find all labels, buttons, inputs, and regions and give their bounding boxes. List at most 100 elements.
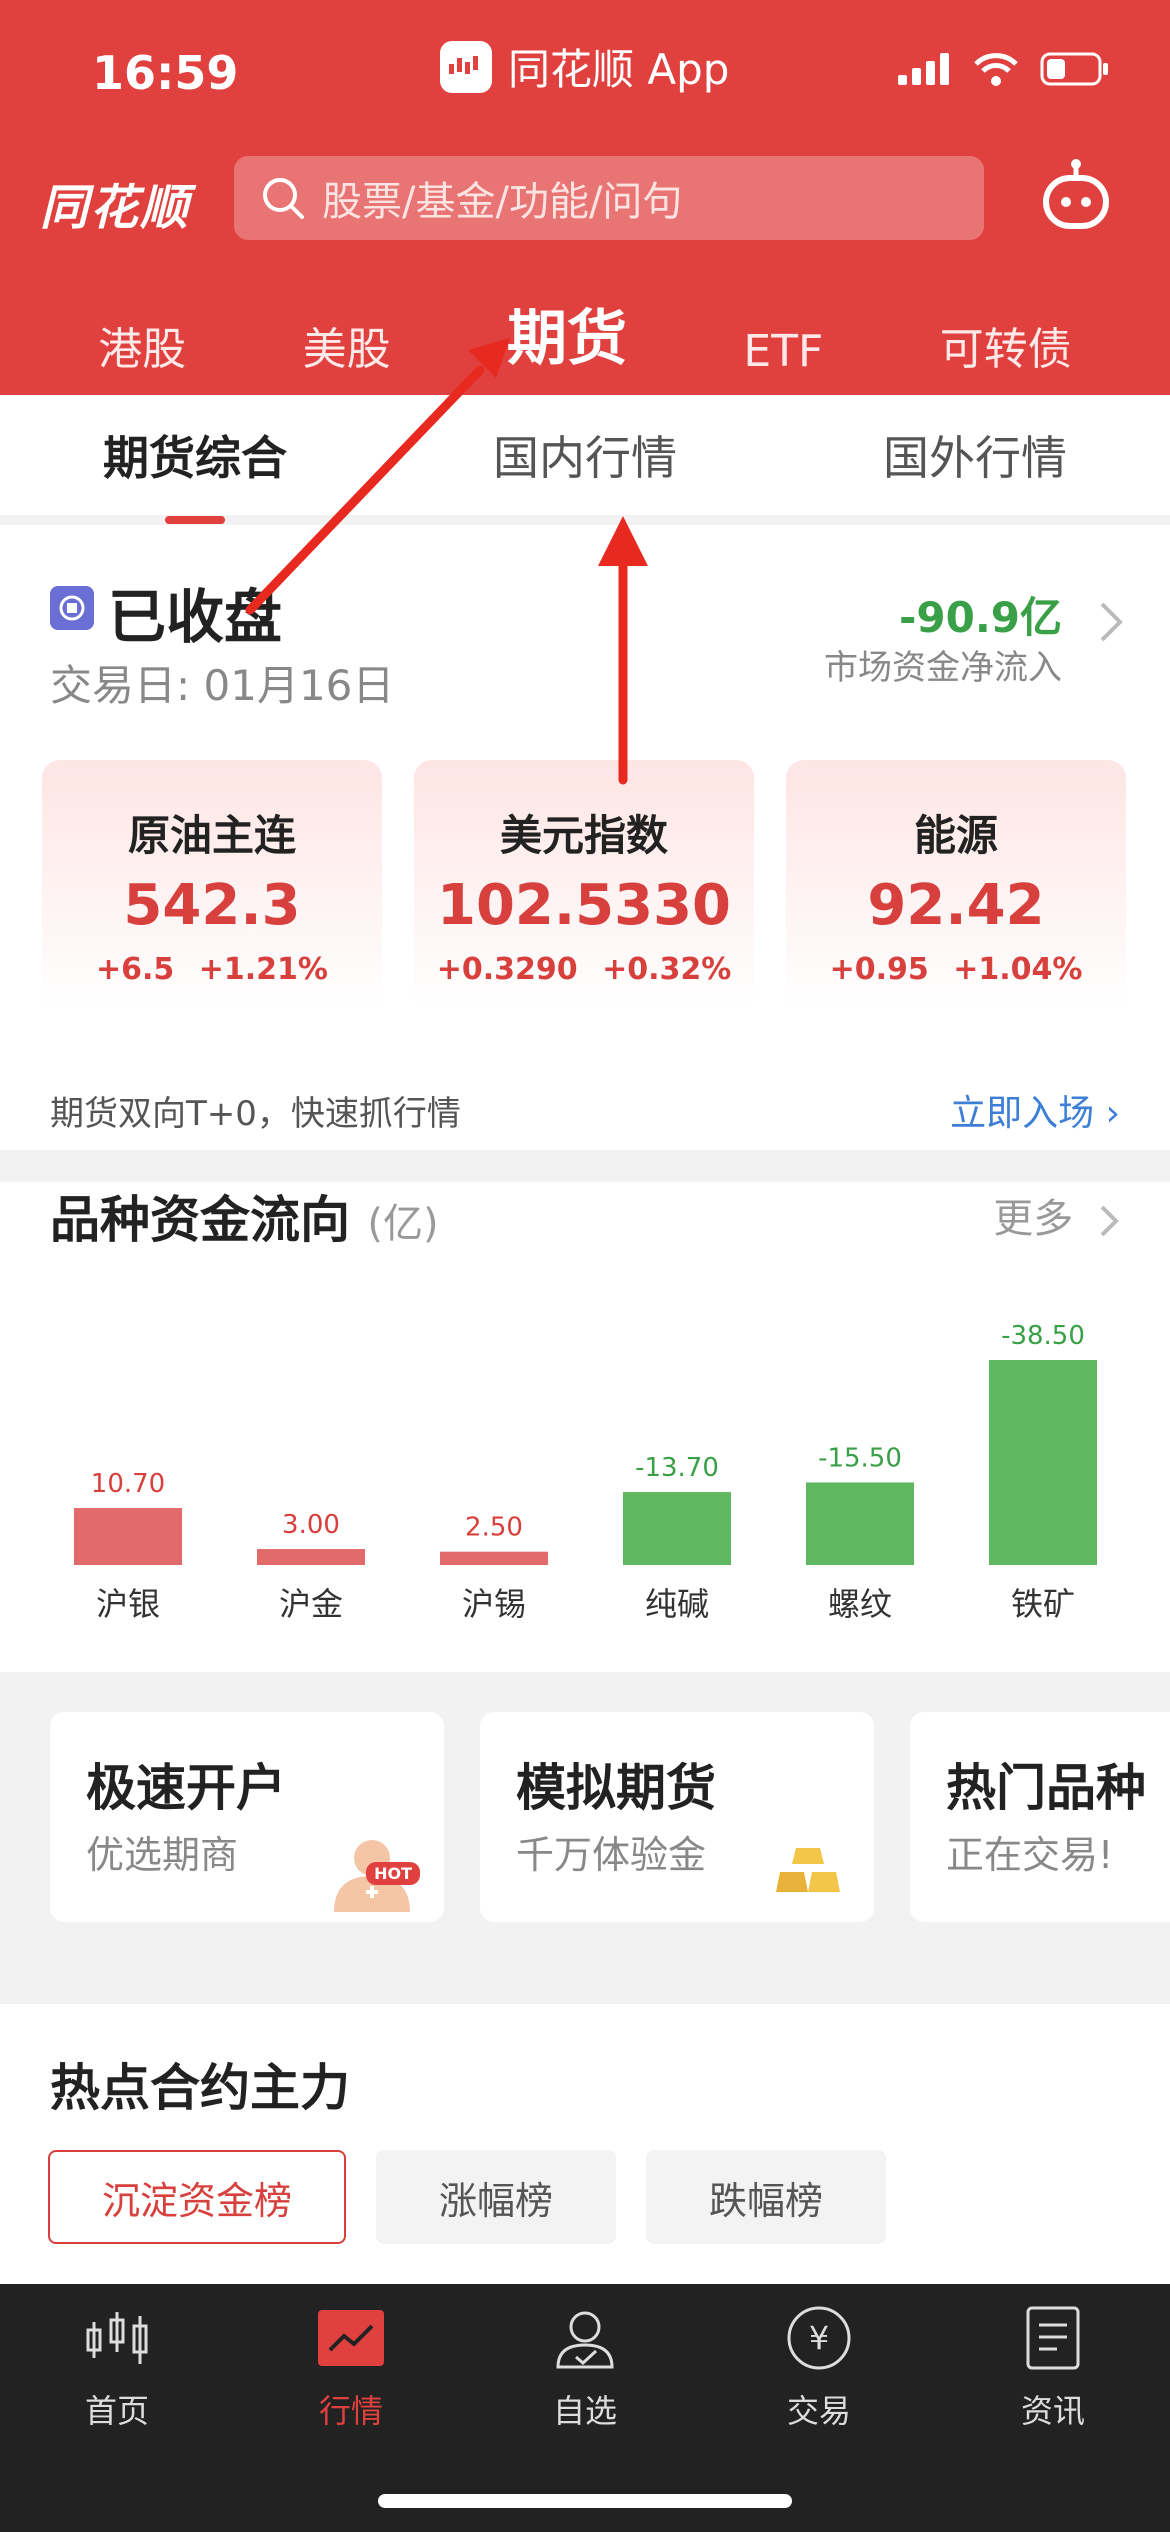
flow-bar-value: 2.50 <box>465 1513 523 1543</box>
quote-card[interactable]: 美元指数 102.5330 +0.3290 +0.32% <box>414 760 754 1010</box>
quote-change-pct: +0.32% <box>602 952 732 987</box>
market-tabs: 港股 美股 期货 ETF 可转债 <box>0 290 1170 377</box>
quick-card-subtitle: 千万体验金 <box>516 1833 707 1877</box>
nav-news[interactable]: 资讯 <box>936 2300 1170 2432</box>
gold-bars-icon <box>776 1848 840 1892</box>
market-status: 已收盘 <box>108 583 283 651</box>
home-indicator <box>378 2494 792 2508</box>
flow-bar-value: 3.00 <box>282 1510 340 1540</box>
quote-change: +6.5 +1.21% <box>42 952 382 987</box>
signal-icon <box>898 53 949 85</box>
flow-category-label: 螺纹 <box>828 1585 892 1623</box>
chevron-right-icon: › <box>1105 1093 1120 1134</box>
chevron-right-icon[interactable] <box>1098 600 1124 656</box>
flow-category-label: 纯碱 <box>645 1585 709 1623</box>
quote-value: 102.5330 <box>436 873 732 938</box>
flow-bar <box>257 1549 365 1565</box>
market-status-icon <box>50 586 94 630</box>
quick-card-subtitle: 正在交易! <box>946 1833 1114 1877</box>
quick-card-title: 模拟期货 <box>516 1759 716 1817</box>
nav-home-label: 首页 <box>84 2392 149 2430</box>
subtab-domestic-market[interactable]: 国内行情 <box>390 422 780 488</box>
flow-bar <box>440 1551 548 1565</box>
rank-button-losers[interactable]: 跌幅榜 <box>646 2150 886 2244</box>
nav-trade[interactable]: ¥ 交易 <box>702 2300 936 2432</box>
more-label: 更多 <box>993 1196 1074 1242</box>
flow-bar <box>74 1508 182 1565</box>
quote-change-abs: +0.3290 <box>436 952 578 987</box>
flow-bar-value: -15.50 <box>818 1443 902 1473</box>
quote-value: 92.42 <box>867 873 1045 938</box>
tab-us-stocks[interactable]: 美股 <box>303 313 391 377</box>
quote-value: 542.3 <box>123 873 301 938</box>
promo-text: 期货双向T+0，快速抓行情 <box>50 1094 461 1134</box>
quote-change-abs: +0.95 <box>829 952 929 987</box>
wifi-icon <box>974 53 1018 86</box>
hot-contracts-title: 热点合约主力 <box>50 2059 350 2117</box>
capital-flow-title: 品种资金流向 (亿) <box>50 1180 439 1252</box>
flow-category-label: 沪银 <box>96 1585 160 1623</box>
battery-icon <box>1040 52 1108 86</box>
app-switcher-title[interactable]: 同花顺 App <box>440 36 729 97</box>
flow-category-label: 铁矿 <box>1011 1585 1075 1623</box>
flow-bar <box>989 1360 1097 1565</box>
sub-tabs: 期货综合 国内行情 国外行情 <box>0 395 1170 524</box>
search-input[interactable]: 股票/基金/功能/问句 <box>234 156 984 240</box>
quote-change-pct: +1.04% <box>953 952 1083 987</box>
more-button[interactable]: 更多 <box>993 1186 1120 1244</box>
status-time: 16:59 <box>92 46 239 100</box>
app-title-text: 同花顺 App <box>508 45 730 94</box>
nav-news-label: 资讯 <box>1020 2392 1085 2430</box>
nav-trade-label: 交易 <box>786 2392 851 2430</box>
quick-hot-varieties-card[interactable]: 热门品种 正在交易! <box>910 1712 1170 1922</box>
chevron-right-icon <box>1100 1205 1119 1237</box>
subtab-futures-overview[interactable]: 期货综合 <box>0 422 390 524</box>
nav-home[interactable]: 首页 <box>0 2300 234 2432</box>
tab-etf[interactable]: ETF <box>743 326 823 377</box>
user-check-icon <box>556 2311 614 2369</box>
search-placeholder: 股票/基金/功能/问句 <box>322 179 683 225</box>
trend-chart-icon <box>318 2310 384 2366</box>
net-flow-value[interactable]: -90.9亿 <box>899 584 1062 645</box>
yuan-coin-icon: ¥ <box>787 2306 851 2370</box>
flow-bar <box>806 1482 914 1565</box>
flow-bar-value: -38.50 <box>1001 1321 1085 1351</box>
tab-futures[interactable]: 期货 <box>507 290 627 377</box>
svg-text:¥: ¥ <box>809 2319 829 2357</box>
rank-button-gainers[interactable]: 涨幅榜 <box>376 2150 616 2244</box>
flow-category-label: 沪锡 <box>462 1585 526 1623</box>
nav-watchlist[interactable]: 自选 <box>468 2300 702 2432</box>
hot-badge: HOT <box>366 1862 420 1885</box>
nav-watchlist-label: 自选 <box>552 2392 617 2430</box>
enter-now-label: 立即入场 <box>950 1093 1095 1134</box>
quote-change: +0.95 +1.04% <box>786 952 1126 987</box>
capital-flow-chart: 10.70 沪银 3.00 沪金 2.50 沪锡 -13.70 纯碱 -15.50 螺纹 -38.5… <box>74 1321 1097 1623</box>
capital-flow-unit: (亿) <box>367 1201 439 1247</box>
quote-card[interactable]: 能源 92.42 +0.95 +1.04% <box>786 760 1126 1010</box>
assistant-robot-button[interactable] <box>1036 158 1116 242</box>
quote-name: 能源 <box>913 811 998 860</box>
quick-open-account-card[interactable]: 极速开户 优选期商 HOT <box>50 1712 444 1922</box>
robot-icon <box>1043 159 1109 229</box>
candlestick-icon <box>86 2312 148 2364</box>
tab-convertible-bonds[interactable]: 可转债 <box>940 313 1072 377</box>
document-icon <box>1026 2306 1080 2370</box>
quote-card[interactable]: 原油主连 542.3 +6.5 +1.21% <box>42 760 382 1010</box>
quick-simulated-futures-card[interactable]: 模拟期货 千万体验金 <box>480 1712 874 1922</box>
brand-logo[interactable]: 同花顺 <box>40 168 190 238</box>
app-icon <box>440 40 492 93</box>
tab-hk-stocks[interactable]: 港股 <box>98 313 186 377</box>
quote-change-abs: +6.5 <box>96 952 175 987</box>
quote-change-pct: +1.21% <box>198 952 328 987</box>
quick-card-subtitle: 优选期商 <box>86 1833 239 1877</box>
nav-market-label: 行情 <box>318 2392 383 2430</box>
enter-now-link[interactable]: 立即入场 › <box>950 1084 1120 1136</box>
subtab-foreign-market[interactable]: 国外行情 <box>780 422 1170 488</box>
nav-market[interactable]: 行情 <box>234 2300 468 2432</box>
flow-bar-value: -13.70 <box>635 1453 719 1483</box>
status-icons <box>898 52 1110 86</box>
trade-date: 交易日: 01月16日 <box>50 661 395 710</box>
flow-category-label: 沪金 <box>279 1585 343 1623</box>
rank-button-capital[interactable]: 沉淀资金榜 <box>48 2150 346 2244</box>
quote-change: +0.3290 +0.32% <box>414 952 754 987</box>
